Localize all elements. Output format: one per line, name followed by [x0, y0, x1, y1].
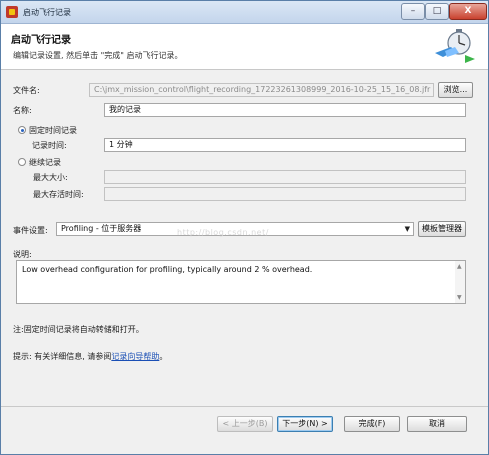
description-scrollbar[interactable]: ▲ ▼ [455, 261, 465, 303]
tip-text: 提示: 有关详细信息, 请参阅记录向导帮助。 [13, 351, 167, 362]
wizard-help-link[interactable]: 记录向导帮助 [111, 352, 159, 361]
name-label: 名称: [13, 106, 32, 115]
page-title: 启动飞行记录 [11, 35, 71, 46]
event-settings-value: Profiling - 位于服务器 [61, 224, 142, 233]
note-body: 固定时间记录将自动转储和打开。 [23, 325, 144, 334]
description-label: 说明: [13, 250, 32, 259]
close-icon: X [464, 6, 472, 16]
max-size-label: 最大大小: [33, 173, 68, 182]
wizard-header: 启动飞行记录 编辑记录设置, 然后单击 "完成" 启动飞行记录。 [1, 24, 488, 70]
max-age-field[interactable] [104, 187, 466, 201]
cancel-button[interactable]: 取消 [407, 416, 467, 432]
close-button[interactable]: X [449, 3, 487, 20]
back-button[interactable]: < 上一步(B) [217, 416, 273, 432]
record-time-field[interactable]: 1 分钟 [104, 138, 466, 152]
browse-button[interactable]: 浏览... [438, 82, 473, 98]
fixed-time-label: 固定时间记录 [29, 126, 77, 135]
maximize-button[interactable]: □ [425, 3, 449, 20]
watermark-text: http://blog.csdn.net/ [177, 228, 269, 237]
scroll-up-icon[interactable]: ▲ [457, 263, 462, 270]
flight-recorder-icon [435, 29, 475, 63]
max-size-field[interactable] [104, 170, 466, 184]
app-icon [6, 6, 18, 18]
file-name-label: 文件名: [13, 86, 40, 95]
finish-button[interactable]: 完成(F) [344, 416, 400, 432]
next-button[interactable]: 下一步(N) > [277, 416, 333, 432]
max-age-label: 最大存活时间: [33, 190, 84, 199]
continuous-radio[interactable] [18, 158, 26, 166]
tip-prefix: 提示: [13, 352, 32, 361]
description-textarea[interactable]: Low overhead configuration for profiling… [16, 260, 466, 304]
note-prefix: 注: [13, 325, 24, 334]
dropdown-arrow-icon: ▼ [404, 225, 410, 233]
minimize-icon: – [410, 6, 416, 16]
description-text: Low overhead configuration for profiling… [22, 265, 313, 274]
minimize-button[interactable]: – [401, 3, 425, 20]
dialog-window: 启动飞行记录 – □ X 启动飞行记录 编辑记录设置, 然后单击 "完成" 启动… [0, 0, 489, 455]
template-manager-button[interactable]: 模板管理器 [418, 221, 466, 237]
maximize-icon: □ [432, 6, 442, 16]
continuous-label: 继续记录 [29, 158, 61, 167]
page-subtitle: 编辑记录设置, 然后单击 "完成" 启动飞行记录。 [13, 51, 183, 60]
event-settings-label: 事件设置: [13, 226, 48, 235]
scroll-down-icon[interactable]: ▼ [457, 294, 462, 301]
note-text: 注:固定时间记录将自动转储和打开。 [13, 324, 144, 335]
record-time-label: 记录时间: [32, 141, 67, 150]
tip-end: 。 [159, 352, 168, 361]
fixed-time-radio[interactable] [18, 126, 26, 134]
file-name-field[interactable]: C:\jmx_mission_control\flight_recording_… [89, 83, 434, 97]
tip-body: 有关详细信息, 请参阅 [34, 352, 112, 361]
window-title: 启动飞行记录 [23, 8, 71, 17]
title-bar: 启动飞行记录 – □ X [1, 1, 488, 24]
footer-separator [1, 406, 488, 407]
name-field[interactable]: 我的记录 [104, 103, 466, 117]
